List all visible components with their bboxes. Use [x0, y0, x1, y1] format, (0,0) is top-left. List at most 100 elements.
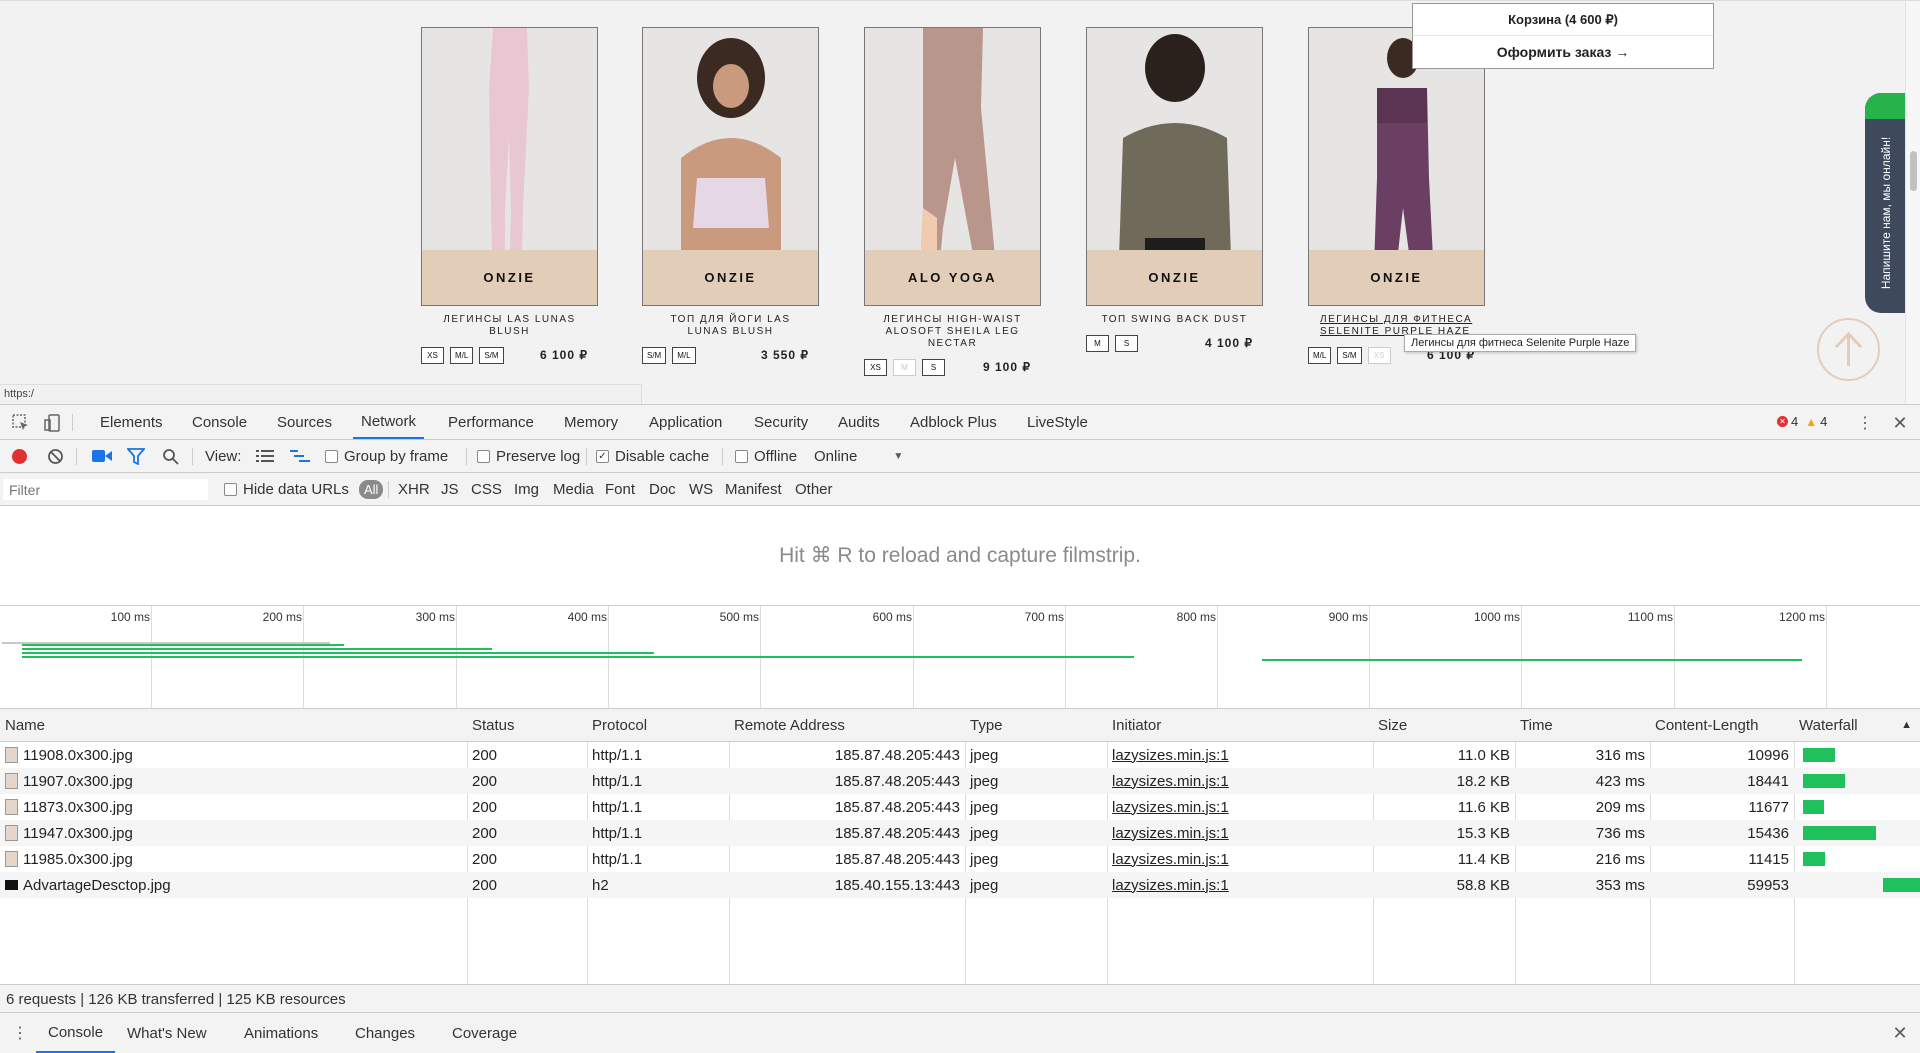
page-scrollbar[interactable]	[1905, 1, 1920, 404]
more-options-icon[interactable]: ⋮	[1855, 413, 1875, 433]
table-row[interactable]: 11907.0x300.jpg 200 http/1.1 185.87.48.2…	[0, 768, 1920, 794]
column-header-status[interactable]: Status	[467, 709, 587, 741]
filter-media[interactable]: Media	[553, 473, 594, 505]
filter-manifest[interactable]: Manifest	[725, 473, 782, 505]
filter-input[interactable]	[3, 479, 208, 500]
table-row[interactable]: 11985.0x300.jpg 200 http/1.1 185.87.48.2…	[0, 846, 1920, 872]
drawer-tab-console[interactable]: Console	[36, 1013, 116, 1053]
filter-xhr[interactable]: XHR	[398, 473, 430, 505]
network-overview[interactable]: 100 ms 200 ms 300 ms 400 ms 500 ms 600 m…	[0, 606, 1920, 709]
initiator-link[interactable]: lazysizes.min.js:1	[1107, 846, 1373, 872]
column-header-initiator[interactable]: Initiator	[1107, 709, 1373, 741]
cart-title[interactable]: Корзина (4 600 ₽)	[1413, 4, 1713, 36]
inspect-element-icon[interactable]	[11, 413, 31, 433]
column-header-time[interactable]: Time	[1515, 709, 1650, 741]
size-option[interactable]: S	[1115, 334, 1138, 352]
capture-screenshots-button[interactable]	[92, 440, 112, 472]
column-header-remote-address[interactable]: Remote Address	[729, 709, 965, 741]
filter-js[interactable]: JS	[441, 473, 459, 505]
size-option[interactable]: M/L	[672, 346, 696, 364]
drawer-tab-coverage[interactable]: Coverage	[452, 1013, 517, 1053]
initiator-link[interactable]: lazysizes.min.js:1	[1107, 872, 1373, 898]
size-option[interactable]: S/M	[479, 346, 504, 364]
filter-css[interactable]: CSS	[471, 473, 502, 505]
column-header-protocol[interactable]: Protocol	[587, 709, 729, 741]
size-option[interactable]: M/L	[450, 346, 474, 364]
product-card[interactable]: ONZIE ЛЕГИНСЫ LAS LUNAS BLUSH XS M/L S/M…	[421, 27, 598, 364]
product-name[interactable]: ЛЕГИНСЫ HIGH-WAIST ALOSOFT SHEILA LEG NE…	[864, 314, 1041, 350]
size-option[interactable]: XS	[864, 358, 887, 376]
tab-audits[interactable]: Audits	[838, 405, 880, 439]
record-button[interactable]	[12, 440, 27, 472]
error-counter[interactable]: ✕ 4 ▲ 4	[1777, 414, 1827, 429]
device-toolbar-icon[interactable]	[43, 413, 63, 433]
initiator-link[interactable]: lazysizes.min.js:1	[1107, 742, 1373, 768]
throttling-select[interactable]: Online ▼	[814, 440, 903, 472]
drawer-tab-changes[interactable]: Changes	[355, 1013, 415, 1053]
hide-data-urls-checkbox[interactable]: Hide data URLs	[224, 473, 349, 505]
column-header-name[interactable]: Name	[0, 709, 467, 741]
chat-widget-tab[interactable]: Напишите нам, мы онлайн!	[1865, 93, 1907, 313]
initiator-link[interactable]: lazysizes.min.js:1	[1107, 794, 1373, 820]
size-option[interactable]: S/M	[642, 346, 667, 364]
filter-other[interactable]: Other	[795, 473, 833, 505]
preserve-log-checkbox[interactable]: Preserve log	[477, 440, 580, 472]
filter-all[interactable]: All	[359, 480, 384, 499]
column-header-type[interactable]: Type	[965, 709, 1107, 741]
table-row[interactable]: 11908.0x300.jpg 200 http/1.1 185.87.48.2…	[0, 742, 1920, 768]
table-row[interactable]: 11873.0x300.jpg 200 http/1.1 185.87.48.2…	[0, 794, 1920, 820]
drawer-menu-icon[interactable]: ⋮	[10, 1023, 30, 1043]
filter-doc[interactable]: Doc	[649, 473, 676, 505]
column-header-waterfall[interactable]: Waterfall ▲	[1794, 709, 1920, 741]
large-rows-button[interactable]	[256, 440, 274, 472]
size-option[interactable]: M/L	[1308, 346, 1332, 364]
tab-livestyle[interactable]: LiveStyle	[1027, 405, 1088, 439]
size-option[interactable]: S/M	[1337, 346, 1362, 364]
tab-network[interactable]: Network	[353, 405, 425, 439]
filter-toggle-button[interactable]	[127, 440, 145, 472]
close-devtools-icon[interactable]: ✕	[1890, 413, 1910, 433]
product-card[interactable]: ALO YOGA ЛЕГИНСЫ HIGH-WAIST ALOSOFT SHEI…	[864, 27, 1041, 376]
scrollbar-thumb[interactable]	[1910, 151, 1917, 191]
disable-cache-checkbox[interactable]: ✓ Disable cache	[596, 440, 709, 472]
group-by-frame-checkbox[interactable]: Group by frame	[325, 440, 448, 472]
checkout-button[interactable]: Оформить заказ →	[1413, 36, 1713, 68]
tab-application[interactable]: Application	[649, 405, 722, 439]
product-card[interactable]: ONZIE ТОП ДЛЯ ЙОГИ LAS LUNAS BLUSH S/M M…	[642, 27, 819, 364]
product-image[interactable]: ONZIE	[1086, 27, 1263, 306]
tab-sources[interactable]: Sources	[277, 405, 332, 439]
table-row[interactable]: AdvartageDesctop.jpg 200 h2 185.40.155.1…	[0, 872, 1920, 898]
scroll-to-top-button[interactable]	[1817, 318, 1880, 381]
filter-font[interactable]: Font	[605, 473, 635, 505]
product-name[interactable]: ЛЕГИНСЫ LAS LUNAS BLUSH	[421, 314, 598, 338]
initiator-link[interactable]: lazysizes.min.js:1	[1107, 768, 1373, 794]
tab-elements[interactable]: Elements	[100, 405, 163, 439]
size-option[interactable]: M	[1086, 334, 1109, 352]
search-button[interactable]	[162, 440, 179, 472]
tab-adblock-plus[interactable]: Adblock Plus	[910, 405, 997, 439]
product-name[interactable]: ТОП SWING BACK DUST	[1086, 314, 1263, 326]
filter-ws[interactable]: WS	[689, 473, 713, 505]
product-image[interactable]: ONZIE	[421, 27, 598, 306]
size-option[interactable]: XS	[421, 346, 444, 364]
overview-toggle-button[interactable]	[290, 440, 310, 472]
table-row[interactable]: 11947.0x300.jpg 200 http/1.1 185.87.48.2…	[0, 820, 1920, 846]
close-drawer-icon[interactable]: ✕	[1890, 1023, 1910, 1043]
drawer-tab-animations[interactable]: Animations	[244, 1013, 318, 1053]
offline-checkbox[interactable]: Offline	[735, 440, 797, 472]
product-name[interactable]: ТОП ДЛЯ ЙОГИ LAS LUNAS BLUSH	[642, 314, 819, 338]
tab-memory[interactable]: Memory	[564, 405, 618, 439]
product-card[interactable]: ONZIE ЛЕГИНСЫ ДЛЯ ФИТНЕСА SELENITE PURPL…	[1308, 27, 1485, 364]
filter-img[interactable]: Img	[514, 473, 539, 505]
product-image[interactable]: ONZIE	[642, 27, 819, 306]
drawer-tab-whats-new[interactable]: What's New	[127, 1013, 207, 1053]
tab-security[interactable]: Security	[754, 405, 808, 439]
clear-button[interactable]	[47, 440, 64, 472]
size-option[interactable]: S	[922, 358, 945, 376]
column-header-size[interactable]: Size	[1373, 709, 1515, 741]
product-card[interactable]: ONZIE ТОП SWING BACK DUST M S 4 100 ₽	[1086, 27, 1263, 352]
tab-performance[interactable]: Performance	[448, 405, 534, 439]
column-header-content-length[interactable]: Content-Length	[1650, 709, 1794, 741]
tab-console[interactable]: Console	[192, 405, 247, 439]
product-image[interactable]: ALO YOGA	[864, 27, 1041, 306]
